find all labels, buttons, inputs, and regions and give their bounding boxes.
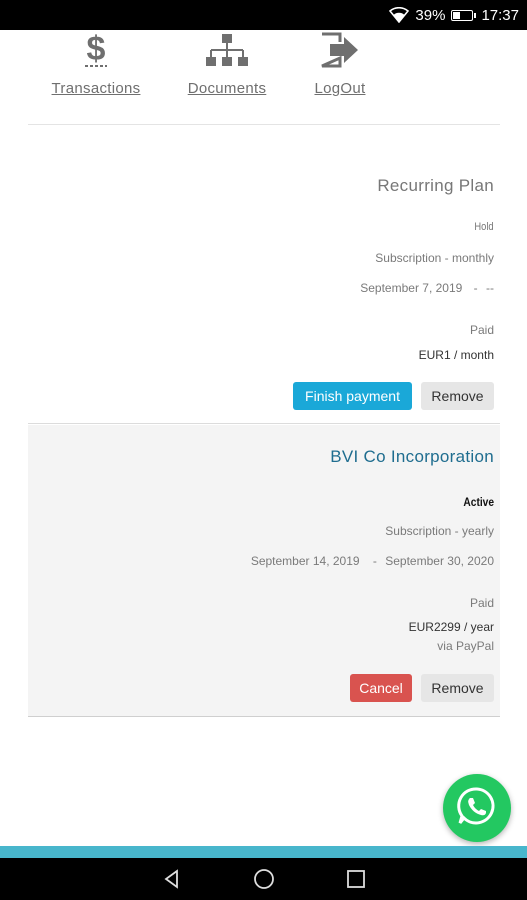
nav-logout[interactable]: LogOut bbox=[308, 30, 372, 97]
subscription-type: Subscription - monthly bbox=[375, 251, 494, 265]
date-separator: - bbox=[473, 281, 478, 295]
subscription-dates: September 14, 2019 - September 30, 2020 bbox=[251, 554, 494, 568]
remove-button[interactable]: Remove bbox=[421, 674, 494, 702]
svg-text:$: $ bbox=[87, 30, 106, 68]
subscription-status: Active bbox=[463, 495, 494, 509]
sitemap-icon bbox=[184, 30, 270, 68]
logout-icon bbox=[308, 30, 372, 68]
subscription-end-date: -- bbox=[486, 281, 494, 295]
battery-icon bbox=[451, 9, 477, 21]
payment-status: Paid bbox=[469, 323, 494, 337]
footer-band bbox=[0, 846, 527, 858]
app-screen: 39% 17:37 $ Transactions Documents LogOu… bbox=[0, 0, 527, 900]
top-navigation: $ Transactions Documents LogOut bbox=[28, 30, 500, 125]
clock: 17:37 bbox=[481, 6, 519, 24]
date-separator: - bbox=[372, 554, 377, 568]
wifi-icon bbox=[389, 7, 410, 23]
subscription-title: Recurring Plan bbox=[377, 176, 494, 195]
subscription-card-recurring-plan: Recurring Plan Hold Subscription - month… bbox=[28, 126, 500, 424]
nav-transactions-label: Transactions bbox=[51, 80, 141, 97]
back-icon[interactable] bbox=[161, 868, 183, 890]
status-bar: 39% 17:37 bbox=[0, 0, 527, 30]
subscription-price: EUR1 / month bbox=[418, 348, 494, 362]
whatsapp-icon bbox=[456, 785, 498, 832]
finish-payment-button[interactable]: Finish payment bbox=[293, 382, 412, 410]
battery-percent: 39% bbox=[415, 6, 446, 24]
subscription-start-date: September 14, 2019 bbox=[250, 554, 360, 568]
subscription-status: Hold bbox=[474, 221, 494, 233]
dollar-icon: $ bbox=[48, 30, 144, 68]
subscription-title[interactable]: BVI Co Incorporation bbox=[330, 447, 494, 467]
recents-icon[interactable] bbox=[345, 868, 367, 890]
subscription-type: Subscription - yearly bbox=[385, 524, 494, 538]
whatsapp-button[interactable] bbox=[443, 774, 511, 842]
nav-transactions[interactable]: $ Transactions bbox=[48, 30, 144, 97]
cancel-button[interactable]: Cancel bbox=[350, 674, 412, 702]
home-icon[interactable] bbox=[253, 868, 275, 890]
subscription-start-date: September 7, 2019 bbox=[360, 281, 463, 295]
nav-documents-label: Documents bbox=[187, 80, 267, 97]
subscription-dates: September 7, 2019 - -- bbox=[360, 281, 494, 295]
subscription-price: EUR2299 / year bbox=[408, 620, 494, 634]
system-nav-bar bbox=[0, 858, 527, 900]
remove-button[interactable]: Remove bbox=[421, 382, 494, 410]
nav-logout-label: LogOut bbox=[314, 80, 366, 97]
payment-method: via PayPal bbox=[437, 639, 494, 653]
payment-status: Paid bbox=[469, 596, 494, 610]
subscription-card-bvi-co: BVI Co Incorporation Active Subscription… bbox=[28, 425, 500, 717]
nav-documents[interactable]: Documents bbox=[184, 30, 270, 97]
subscription-end-date: September 30, 2020 bbox=[385, 554, 494, 568]
